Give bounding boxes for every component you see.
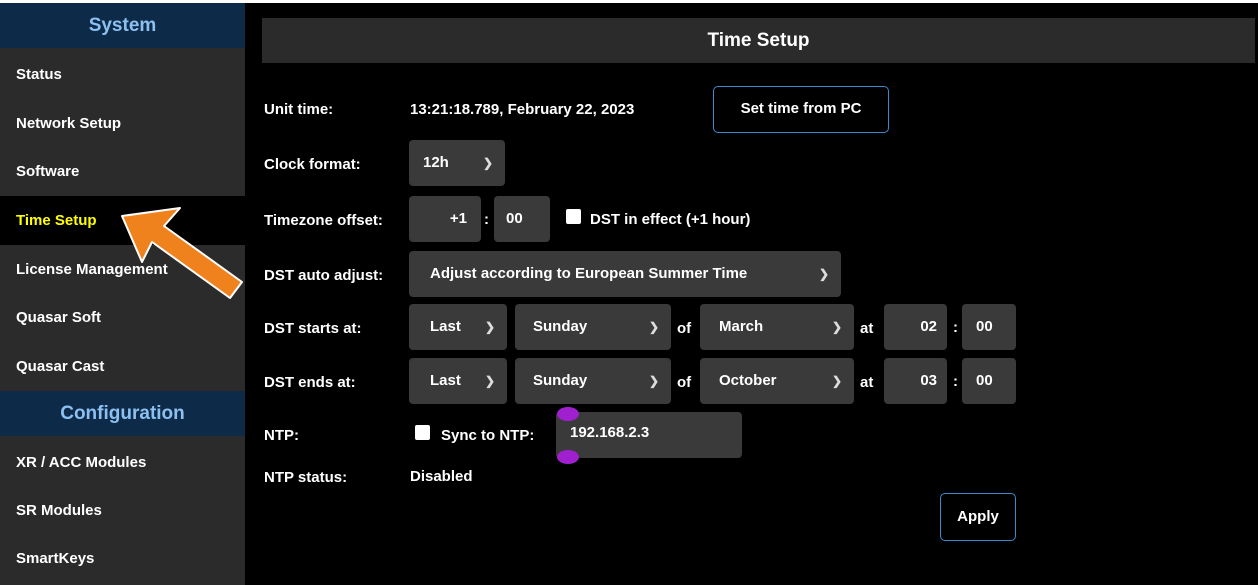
dst-end-at-label: at bbox=[860, 374, 874, 391]
set-time-from-pc-button[interactable]: Set time from PC bbox=[713, 86, 889, 133]
chevron-down-icon: ❯ bbox=[648, 320, 659, 334]
dst-start-of-label: of bbox=[677, 320, 692, 337]
dst-start-day-select[interactable]: Sunday ❯ bbox=[515, 304, 671, 350]
sidebar-item-network-setup[interactable]: Network Setup bbox=[0, 99, 245, 148]
time-separator: : bbox=[953, 373, 958, 390]
chevron-down-icon: ❯ bbox=[818, 267, 829, 281]
sidebar-section-system: System bbox=[0, 3, 245, 48]
sync-to-ntp-label: Sync to NTP: bbox=[441, 427, 535, 444]
ntp-server-value: 192.168.2.3 bbox=[570, 424, 650, 441]
chevron-down-icon: ❯ bbox=[648, 374, 659, 388]
timezone-minutes-value: 00 bbox=[506, 210, 523, 227]
apply-button[interactable]: Apply bbox=[940, 493, 1016, 541]
dst-start-month-value: March bbox=[719, 318, 764, 335]
sidebar-item-status[interactable]: Status bbox=[0, 50, 245, 99]
ntp-server-input[interactable]: 192.168.2.3 bbox=[556, 412, 742, 458]
dst-end-day-value: Sunday bbox=[533, 372, 588, 389]
dst-end-month-value: October bbox=[719, 372, 777, 389]
ntp-label: NTP: bbox=[264, 427, 299, 444]
sidebar-section-configuration: Configuration bbox=[0, 391, 245, 436]
dst-end-month-select[interactable]: October ❯ bbox=[700, 358, 854, 404]
timezone-minutes-field[interactable]: 00 bbox=[494, 196, 550, 242]
sync-to-ntp-checkbox[interactable] bbox=[415, 425, 430, 440]
dst-start-month-select[interactable]: March ❯ bbox=[700, 304, 854, 350]
timezone-hours-value: +1 bbox=[449, 210, 467, 227]
dst-starts-label: DST starts at: bbox=[264, 320, 362, 337]
dst-end-hour-field[interactable]: 03 bbox=[884, 358, 947, 404]
dst-start-at-label: at bbox=[860, 320, 874, 337]
ntp-status-value: Disabled bbox=[410, 468, 473, 485]
dst-start-day-value: Sunday bbox=[533, 318, 588, 335]
resize-handle-icon[interactable] bbox=[557, 450, 579, 464]
chevron-down-icon: ❯ bbox=[482, 156, 493, 170]
dst-end-of-label: of bbox=[677, 374, 692, 391]
clock-format-value: 12h bbox=[423, 154, 449, 171]
timezone-hours-field[interactable]: +1 bbox=[409, 196, 481, 242]
app-window: System Status Network Setup Software Tim… bbox=[0, 0, 1258, 585]
time-separator: : bbox=[953, 319, 958, 336]
dst-auto-adjust-value: Adjust according to European Summer Time bbox=[430, 265, 748, 282]
clock-format-select[interactable]: 12h ❯ bbox=[409, 140, 505, 186]
dst-in-effect-checkbox[interactable] bbox=[566, 209, 581, 224]
dst-start-week-select[interactable]: Last ❯ bbox=[409, 304, 507, 350]
dst-auto-adjust-label: DST auto adjust: bbox=[264, 267, 384, 284]
timezone-offset-label: Timezone offset: bbox=[264, 212, 383, 229]
time-separator: : bbox=[484, 211, 489, 228]
sidebar-item-quasar-cast[interactable]: Quasar Cast bbox=[0, 342, 245, 391]
dst-auto-adjust-select[interactable]: Adjust according to European Summer Time… bbox=[409, 251, 841, 297]
chevron-down-icon: ❯ bbox=[484, 320, 495, 334]
dst-end-minute-value: 00 bbox=[976, 372, 993, 389]
dst-start-hour-value: 02 bbox=[920, 318, 937, 335]
dst-end-minute-field[interactable]: 00 bbox=[962, 358, 1016, 404]
clock-format-label: Clock format: bbox=[264, 156, 361, 173]
page-title: Time Setup bbox=[262, 18, 1255, 63]
chevron-down-icon: ❯ bbox=[831, 374, 842, 388]
sidebar-item-xr-acc-modules[interactable]: XR / ACC Modules bbox=[0, 438, 245, 487]
ntp-status-label: NTP status: bbox=[264, 469, 348, 486]
sidebar-item-sr-modules[interactable]: SR Modules bbox=[0, 486, 245, 535]
unit-time-value: 13:21:18.789, February 22, 2023 bbox=[410, 101, 635, 118]
orange-arrow-icon bbox=[121, 207, 243, 299]
dst-end-hour-value: 03 bbox=[920, 372, 937, 389]
dst-end-week-value: Last bbox=[430, 372, 461, 389]
sidebar-item-software[interactable]: Software bbox=[0, 147, 245, 196]
dst-start-hour-field[interactable]: 02 bbox=[884, 304, 947, 350]
sidebar-item-smartkeys[interactable]: SmartKeys bbox=[0, 534, 245, 583]
dst-end-week-select[interactable]: Last ❯ bbox=[409, 358, 507, 404]
resize-handle-icon[interactable] bbox=[557, 407, 579, 421]
dst-end-day-select[interactable]: Sunday ❯ bbox=[515, 358, 671, 404]
dst-ends-label: DST ends at: bbox=[264, 374, 356, 391]
dst-start-week-value: Last bbox=[430, 318, 461, 335]
dst-in-effect-label: DST in effect (+1 hour) bbox=[590, 211, 751, 228]
dst-start-minute-value: 00 bbox=[976, 318, 993, 335]
chevron-down-icon: ❯ bbox=[831, 320, 842, 334]
dst-start-minute-field[interactable]: 00 bbox=[962, 304, 1016, 350]
unit-time-label: Unit time: bbox=[264, 101, 334, 118]
chevron-down-icon: ❯ bbox=[484, 374, 495, 388]
